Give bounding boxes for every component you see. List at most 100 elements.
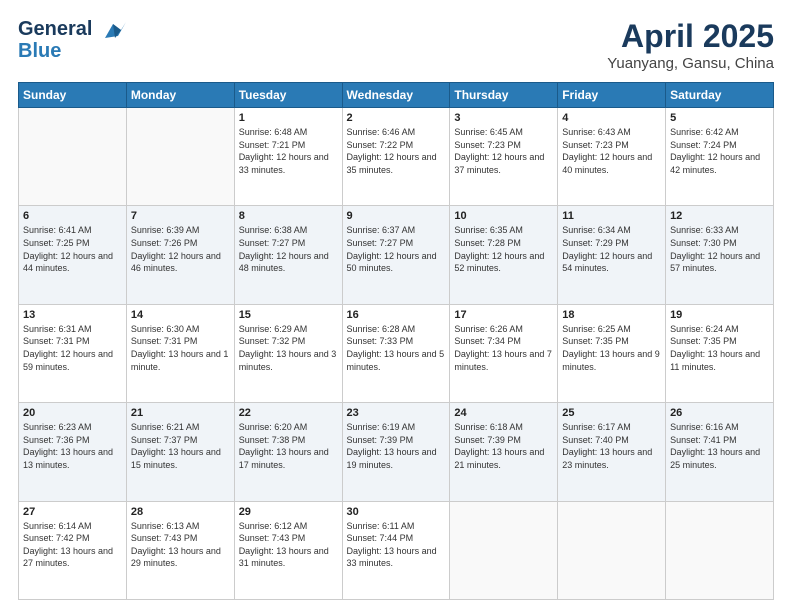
weekday-header-tuesday: Tuesday	[234, 83, 342, 108]
day-info: Sunrise: 6:28 AMSunset: 7:33 PMDaylight:…	[347, 323, 446, 373]
logo: General Blue	[18, 18, 126, 62]
day-number: 5	[670, 112, 769, 124]
calendar-cell: 2 Sunrise: 6:46 AMSunset: 7:22 PMDaylight…	[342, 108, 450, 206]
logo-bird-icon	[100, 20, 126, 40]
calendar-cell: 15 Sunrise: 6:29 AMSunset: 7:32 PMDayligh…	[234, 304, 342, 402]
day-info: Sunrise: 6:17 AMSunset: 7:40 PMDaylight:…	[562, 421, 661, 471]
day-info: Sunrise: 6:30 AMSunset: 7:31 PMDaylight:…	[131, 323, 230, 373]
calendar-cell: 14Sunrise: 6:30 AMSunset: 7:31 PMDayligh…	[126, 304, 234, 402]
day-number: 9	[347, 210, 446, 222]
calendar-cell: 1Sunrise: 6:48 AMSunset: 7:21 PMDaylight…	[234, 108, 342, 206]
day-number: 17	[454, 309, 553, 321]
day-info: Sunrise: 6:48 AMSunset: 7:21 PMDaylight:…	[239, 126, 338, 176]
day-number: 11	[562, 210, 661, 222]
day-info: Sunrise: 6:20 AMSunset: 7:38 PMDaylight:…	[239, 421, 338, 471]
day-number: 24	[454, 407, 553, 419]
day-info: Sunrise: 6:16 AMSunset: 7:41 PMDaylight:…	[670, 421, 769, 471]
subtitle: Yuanyang, Gansu, China	[607, 55, 774, 72]
day-info: Sunrise: 6:35 AMSunset: 7:28 PMDaylight:…	[454, 224, 553, 274]
day-info: Sunrise: 6:11 AMSunset: 7:44 PMDaylight:…	[347, 520, 446, 570]
day-number: 15	[239, 309, 338, 321]
day-info: Sunrise: 6:23 AMSunset: 7:36 PMDaylight:…	[23, 421, 122, 471]
day-number: 27	[23, 506, 122, 518]
day-number: 21	[131, 407, 230, 419]
weekday-header-friday: Friday	[558, 83, 666, 108]
day-info: Sunrise: 6:43 AMSunset: 7:23 PMDaylight:…	[562, 126, 661, 176]
calendar-cell: 3Sunrise: 6:45 AMSunset: 7:23 PMDaylight…	[450, 108, 558, 206]
calendar-cell: 23 Sunrise: 6:19 AMSunset: 7:39 PMDayligh…	[342, 403, 450, 501]
day-number: 8	[239, 210, 338, 222]
calendar-cell	[450, 501, 558, 599]
calendar-cell: 22Sunrise: 6:20 AMSunset: 7:38 PMDayligh…	[234, 403, 342, 501]
calendar-cell: 7Sunrise: 6:39 AMSunset: 7:26 PMDaylight…	[126, 206, 234, 304]
day-number: 18	[562, 309, 661, 321]
calendar-cell: 30 Sunrise: 6:11 AMSunset: 7:44 PMDayligh…	[342, 501, 450, 599]
header: General Blue April 2025 Yuanyang, Gansu,…	[18, 18, 774, 72]
day-info: Sunrise: 6:26 AMSunset: 7:34 PMDaylight:…	[454, 323, 553, 373]
day-number: 12	[670, 210, 769, 222]
calendar-cell: 4 Sunrise: 6:43 AMSunset: 7:23 PMDaylight…	[558, 108, 666, 206]
calendar-cell: 9 Sunrise: 6:37 AMSunset: 7:27 PMDaylight…	[342, 206, 450, 304]
calendar-cell: 27 Sunrise: 6:14 AMSunset: 7:42 PMDayligh…	[19, 501, 127, 599]
calendar-cell	[558, 501, 666, 599]
calendar-cell: 21 Sunrise: 6:21 AMSunset: 7:37 PMDayligh…	[126, 403, 234, 501]
calendar-cell: 25 Sunrise: 6:17 AMSunset: 7:40 PMDayligh…	[558, 403, 666, 501]
calendar-cell: 16 Sunrise: 6:28 AMSunset: 7:33 PMDayligh…	[342, 304, 450, 402]
calendar-cell: 6 Sunrise: 6:41 AMSunset: 7:25 PMDaylight…	[19, 206, 127, 304]
day-number: 26	[670, 407, 769, 419]
day-info: Sunrise: 6:29 AMSunset: 7:32 PMDaylight:…	[239, 323, 338, 373]
calendar-cell: 17 Sunrise: 6:26 AMSunset: 7:34 PMDayligh…	[450, 304, 558, 402]
logo-blue-text: Blue	[18, 40, 126, 62]
calendar-cell: 13Sunrise: 6:31 AMSunset: 7:31 PMDayligh…	[19, 304, 127, 402]
calendar-cell: 11 Sunrise: 6:34 AMSunset: 7:29 PMDayligh…	[558, 206, 666, 304]
day-number: 25	[562, 407, 661, 419]
calendar-week-5: 27 Sunrise: 6:14 AMSunset: 7:42 PMDayligh…	[19, 501, 774, 599]
calendar-cell: 10 Sunrise: 6:35 AMSunset: 7:28 PMDayligh…	[450, 206, 558, 304]
day-info: Sunrise: 6:33 AMSunset: 7:30 PMDaylight:…	[670, 224, 769, 274]
weekday-header-monday: Monday	[126, 83, 234, 108]
day-info: Sunrise: 6:34 AMSunset: 7:29 PMDaylight:…	[562, 224, 661, 274]
day-info: Sunrise: 6:14 AMSunset: 7:42 PMDaylight:…	[23, 520, 122, 570]
weekday-header-saturday: Saturday	[666, 83, 774, 108]
day-number: 20	[23, 407, 122, 419]
calendar-header-row: SundayMondayTuesdayWednesdayThursdayFrid…	[19, 83, 774, 108]
calendar-cell: 5Sunrise: 6:42 AMSunset: 7:24 PMDaylight…	[666, 108, 774, 206]
calendar-cell: 29 Sunrise: 6:12 AMSunset: 7:43 PMDayligh…	[234, 501, 342, 599]
calendar-cell	[666, 501, 774, 599]
day-info: Sunrise: 6:46 AMSunset: 7:22 PMDaylight:…	[347, 126, 446, 176]
day-number: 30	[347, 506, 446, 518]
day-number: 4	[562, 112, 661, 124]
day-info: Sunrise: 6:41 AMSunset: 7:25 PMDaylight:…	[23, 224, 122, 274]
day-info: Sunrise: 6:13 AMSunset: 7:43 PMDaylight:…	[131, 520, 230, 570]
day-info: Sunrise: 6:38 AMSunset: 7:27 PMDaylight:…	[239, 224, 338, 274]
weekday-header-wednesday: Wednesday	[342, 83, 450, 108]
logo-text: General	[18, 18, 126, 40]
calendar-cell: 8 Sunrise: 6:38 AMSunset: 7:27 PMDaylight…	[234, 206, 342, 304]
day-number: 10	[454, 210, 553, 222]
day-number: 2	[347, 112, 446, 124]
calendar-table: SundayMondayTuesdayWednesdayThursdayFrid…	[18, 82, 774, 600]
page: General Blue April 2025 Yuanyang, Gansu,…	[0, 0, 792, 612]
weekday-header-sunday: Sunday	[19, 83, 127, 108]
calendar-cell	[126, 108, 234, 206]
day-number: 13	[23, 309, 122, 321]
calendar-cell	[19, 108, 127, 206]
day-number: 29	[239, 506, 338, 518]
calendar-cell: 18 Sunrise: 6:25 AMSunset: 7:35 PMDayligh…	[558, 304, 666, 402]
title-block: April 2025 Yuanyang, Gansu, China	[607, 18, 774, 72]
calendar-week-4: 20 Sunrise: 6:23 AMSunset: 7:36 PMDayligh…	[19, 403, 774, 501]
calendar-cell: 28Sunrise: 6:13 AMSunset: 7:43 PMDayligh…	[126, 501, 234, 599]
calendar-cell: 12 Sunrise: 6:33 AMSunset: 7:30 PMDayligh…	[666, 206, 774, 304]
day-info: Sunrise: 6:45 AMSunset: 7:23 PMDaylight:…	[454, 126, 553, 176]
day-info: Sunrise: 6:21 AMSunset: 7:37 PMDaylight:…	[131, 421, 230, 471]
day-number: 7	[131, 210, 230, 222]
day-number: 6	[23, 210, 122, 222]
day-info: Sunrise: 6:25 AMSunset: 7:35 PMDaylight:…	[562, 323, 661, 373]
day-info: Sunrise: 6:12 AMSunset: 7:43 PMDaylight:…	[239, 520, 338, 570]
day-info: Sunrise: 6:37 AMSunset: 7:27 PMDaylight:…	[347, 224, 446, 274]
day-info: Sunrise: 6:19 AMSunset: 7:39 PMDaylight:…	[347, 421, 446, 471]
day-number: 16	[347, 309, 446, 321]
calendar-week-2: 6 Sunrise: 6:41 AMSunset: 7:25 PMDaylight…	[19, 206, 774, 304]
day-number: 23	[347, 407, 446, 419]
calendar-week-1: 1Sunrise: 6:48 AMSunset: 7:21 PMDaylight…	[19, 108, 774, 206]
